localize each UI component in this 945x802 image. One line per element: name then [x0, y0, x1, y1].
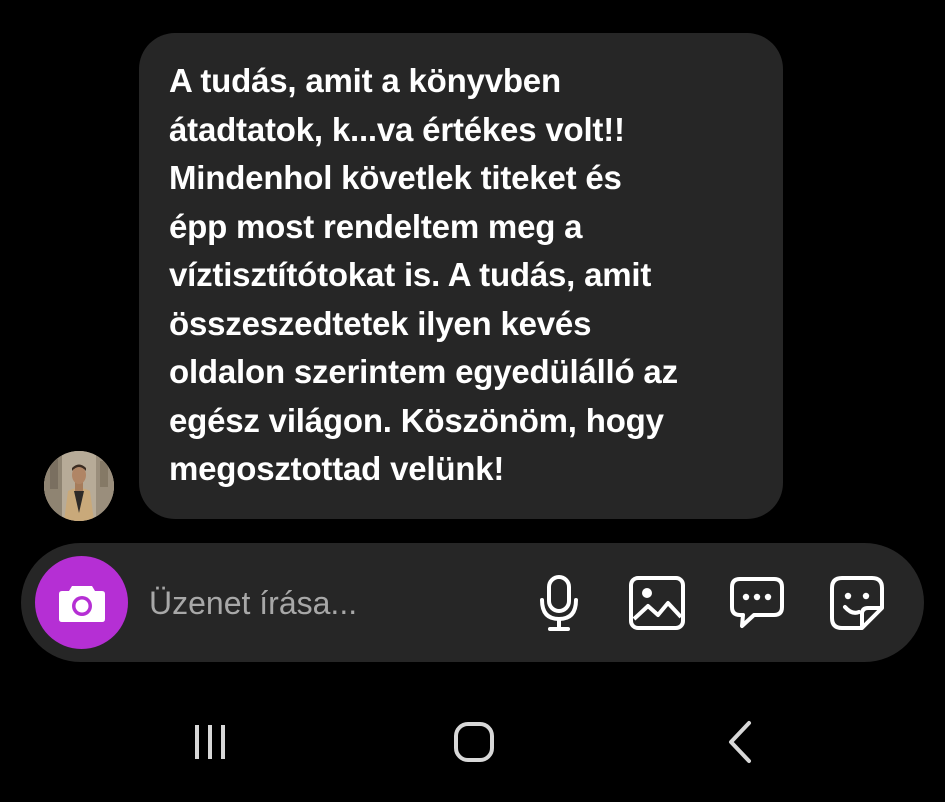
message-input[interactable]	[149, 579, 509, 627]
chat-screen: A tudás, amit a könyvben átadtatok, k...…	[0, 0, 945, 802]
camera-button[interactable]	[35, 556, 128, 649]
microphone-icon	[540, 575, 578, 631]
gallery-icon	[629, 576, 685, 630]
sticker-icon	[830, 576, 884, 630]
message-text: A tudás, amit a könyvben átadtatok, k...…	[169, 62, 678, 487]
avatar-photo	[44, 451, 114, 521]
home-icon	[454, 722, 494, 762]
sender-avatar[interactable]	[44, 451, 114, 521]
camera-icon	[58, 585, 105, 622]
back-button[interactable]	[700, 712, 780, 772]
message-composer	[21, 543, 924, 662]
recent-apps-icon	[195, 725, 225, 759]
recent-apps-button[interactable]	[170, 712, 250, 772]
message-row: A tudás, amit a könyvben átadtatok, k...…	[0, 0, 945, 530]
message-bubble[interactable]: A tudás, amit a könyvben átadtatok, k...…	[139, 33, 783, 519]
home-button[interactable]	[434, 712, 514, 772]
gallery-button[interactable]	[627, 573, 687, 633]
quick-reply-button[interactable]	[727, 573, 787, 633]
microphone-button[interactable]	[529, 573, 589, 633]
sticker-button[interactable]	[827, 573, 887, 633]
chat-bubble-icon	[730, 577, 784, 628]
system-navigation-bar	[0, 700, 945, 802]
back-icon	[729, 721, 751, 763]
